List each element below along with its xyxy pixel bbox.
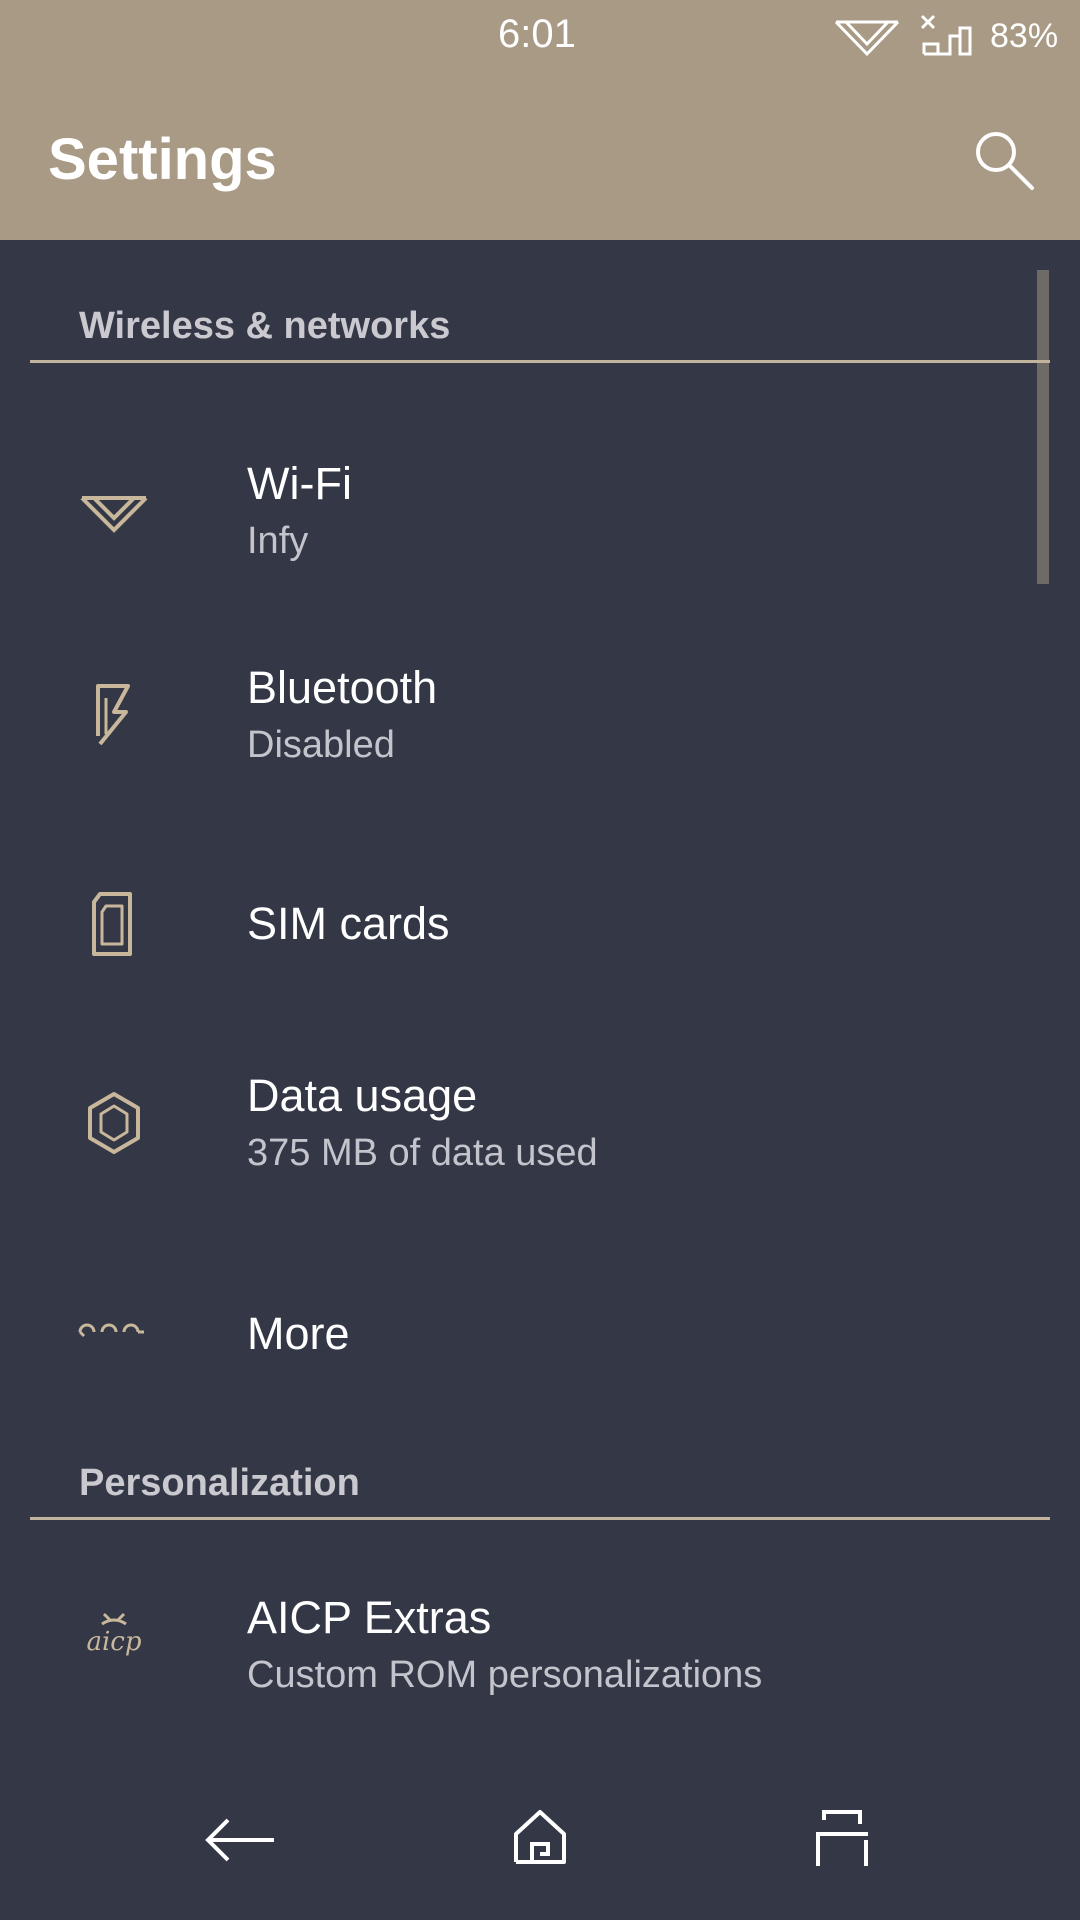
header: 6:01 83% Settings [0,0,1080,240]
list-item-data-usage[interactable]: Data usage 375 MB of data used [0,1024,1080,1224]
back-icon[interactable] [190,1790,290,1890]
section-header-personalization: Personalization [30,1420,1050,1520]
list-item-wifi[interactable]: Wi-Fi Infy [0,412,1080,612]
aicp-icon: aicp [86,1612,142,1657]
list-item-sim-cards[interactable]: SIM cards [0,824,1080,1024]
item-title: Data usage [247,1070,478,1121]
item-title: More [247,1308,350,1359]
list-item-aicp-extras[interactable]: aicp AICP Extras Custom ROM personalizat… [0,1546,1080,1746]
item-summary: 375 MB of data used [247,1132,598,1174]
list-item-bluetooth[interactable]: Bluetooth Disabled [0,616,1080,816]
status-bar: 6:01 83% [0,0,1080,74]
signal-no-service-icon [920,14,972,56]
section-header-wireless: Wireless & networks [30,263,1050,363]
bluetooth-icon [96,684,130,746]
settings-list[interactable]: Wireless & networks Wi-Fi Infy Bluetooth… [0,240,1080,1760]
sim-card-icon [92,892,132,956]
wifi-icon [834,20,900,57]
more-icon [78,1323,144,1338]
battery-level: 83% [990,17,1059,55]
section-title: Wireless & networks [79,305,451,347]
item-title: SIM cards [247,898,450,949]
navigation-bar [0,1760,1080,1920]
page-title: Settings [48,127,277,192]
item-title: Wi-Fi [247,458,352,509]
data-usage-icon [88,1092,140,1154]
home-icon[interactable] [490,1790,590,1890]
svg-text:aicp: aicp [86,1627,141,1657]
item-summary: Disabled [247,724,395,766]
item-title: Bluetooth [247,662,438,713]
search-icon[interactable] [970,126,1040,196]
recents-icon[interactable] [790,1790,890,1890]
list-item-more[interactable]: More [0,1230,1080,1430]
item-summary: Infy [247,520,309,562]
item-summary: Custom ROM personalizations [247,1654,763,1696]
section-title: Personalization [79,1462,360,1504]
app-bar: Settings [0,74,1080,240]
wifi-icon [80,496,148,533]
item-title: AICP Extras [247,1592,492,1643]
status-time: 6:01 [498,12,576,56]
